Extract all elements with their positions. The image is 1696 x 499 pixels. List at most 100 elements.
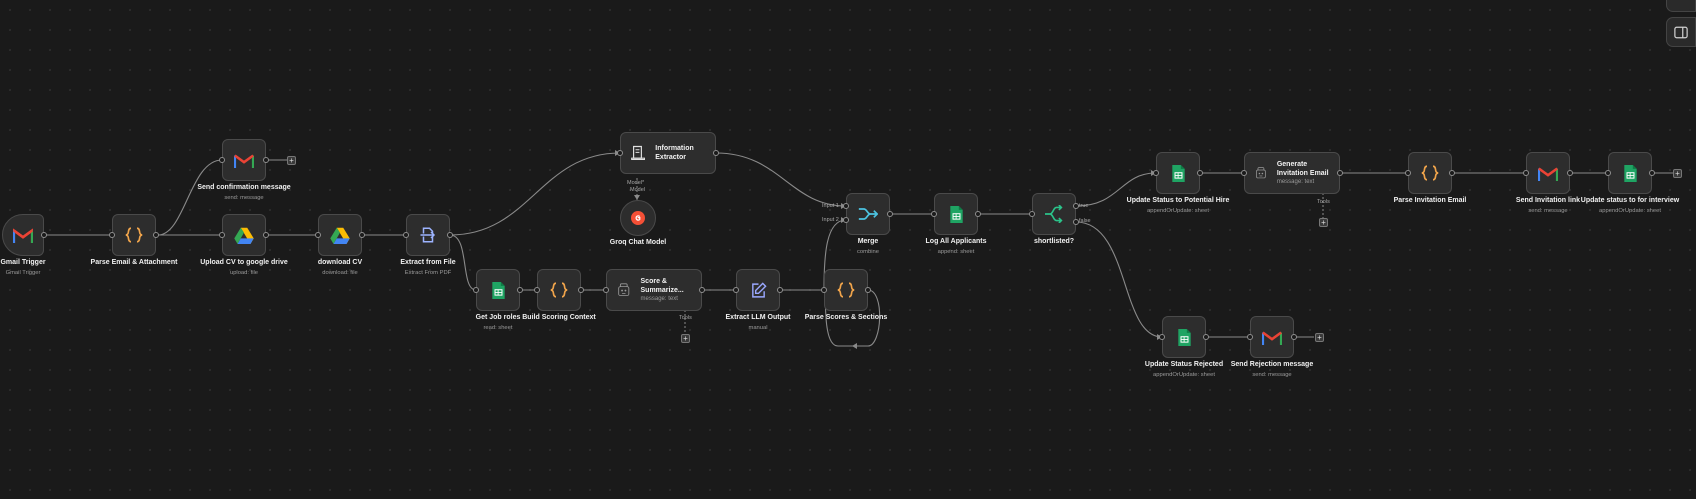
parse-invitation-email-label: Parse Invitation Email <box>1393 197 1467 204</box>
send-invitation-link-node[interactable] <box>1526 152 1570 194</box>
output-port[interactable] <box>865 287 871 293</box>
google-drive-icon <box>234 227 254 244</box>
input-port[interactable] <box>534 287 540 293</box>
log-all-applicants-node[interactable] <box>934 193 978 235</box>
parse-invitation-email-node[interactable] <box>1408 152 1452 194</box>
gmail-icon <box>13 227 33 243</box>
gmail-trigger-label: Gmail Trigger Gmail Trigger <box>0 259 46 276</box>
output-port[interactable] <box>1337 170 1343 176</box>
output-port[interactable] <box>699 287 705 293</box>
output-port[interactable] <box>1567 170 1573 176</box>
gmail-trigger-node[interactable] <box>2 214 44 256</box>
parse-email-node[interactable] <box>112 214 156 256</box>
output-port[interactable] <box>41 232 47 238</box>
output-port[interactable] <box>263 157 269 163</box>
add-node-button[interactable]: + <box>1673 169 1682 178</box>
send-rejection-message-node[interactable] <box>1250 316 1294 358</box>
input-1-port-label: Input 1 <box>822 203 839 209</box>
extract-from-file-node[interactable] <box>406 214 450 256</box>
output-port[interactable] <box>359 232 365 238</box>
add-tool-button[interactable]: + <box>1319 218 1328 227</box>
output-port[interactable] <box>447 232 453 238</box>
input-port[interactable] <box>931 211 937 217</box>
document-icon <box>631 145 646 161</box>
input-port[interactable] <box>821 287 827 293</box>
groq-chat-model-node[interactable] <box>620 200 656 236</box>
send-confirmation-label: Send confirmation message send: message <box>197 184 291 201</box>
input-port[interactable] <box>1241 170 1247 176</box>
shortlisted-if-node[interactable] <box>1032 193 1076 235</box>
upload-cv-node[interactable] <box>222 214 266 256</box>
output-port[interactable] <box>578 287 584 293</box>
code-braces-icon <box>125 227 143 243</box>
update-interview-node[interactable] <box>1608 152 1652 194</box>
parse-email-label: Parse Email & Attachment <box>90 259 178 266</box>
output-port[interactable] <box>713 150 719 156</box>
output-port[interactable] <box>1449 170 1455 176</box>
score-summarize-label: Score & Summarize... message: text <box>640 277 684 302</box>
add-tool-button[interactable]: + <box>681 334 690 343</box>
input-2-port[interactable] <box>843 217 849 223</box>
output-port[interactable] <box>1291 334 1297 340</box>
edge-extract-info <box>449 152 621 236</box>
panel-toggle-button[interactable] <box>1666 17 1696 47</box>
add-node-button[interactable]: + <box>1315 333 1324 342</box>
input-port[interactable] <box>1405 170 1411 176</box>
input-port[interactable] <box>473 287 479 293</box>
google-sheets-icon <box>1623 164 1637 182</box>
information-extractor-node[interactable]: Information Extractor <box>620 132 716 174</box>
output-port[interactable] <box>887 211 893 217</box>
false-branch-label: false <box>1079 218 1091 224</box>
input-port[interactable] <box>1153 170 1159 176</box>
input-port[interactable] <box>403 232 409 238</box>
input-port[interactable] <box>733 287 739 293</box>
send-confirmation-node[interactable] <box>222 139 266 181</box>
output-port[interactable] <box>777 287 783 293</box>
input-port[interactable] <box>617 150 623 156</box>
input-port[interactable] <box>1523 170 1529 176</box>
input-port[interactable] <box>109 232 115 238</box>
edit-pen-icon <box>751 281 767 298</box>
get-job-roles-node[interactable] <box>476 269 520 311</box>
output-port[interactable] <box>153 232 159 238</box>
output-port[interactable] <box>975 211 981 217</box>
model-port-label-2: Model <box>630 187 645 193</box>
output-port[interactable] <box>263 232 269 238</box>
generate-invitation-email-node[interactable]: Generate Invitation Email message: text <box>1244 152 1340 194</box>
input-port[interactable] <box>219 232 225 238</box>
input-port[interactable] <box>1605 170 1611 176</box>
output-port[interactable] <box>1203 334 1209 340</box>
groq-icon <box>631 211 645 225</box>
merge-node[interactable] <box>846 193 890 235</box>
input-port[interactable] <box>1029 211 1035 217</box>
generate-invitation-email-label: Generate Invitation Email message: text <box>1276 160 1329 185</box>
output-port[interactable] <box>517 287 523 293</box>
groq-chat-model-label: Groq Chat Model <box>609 239 667 246</box>
build-scoring-context-label: Build Scoring Context <box>522 314 596 321</box>
input-1-port[interactable] <box>843 203 849 209</box>
tools-port-label: Tools <box>679 315 692 321</box>
update-potential-hire-node[interactable] <box>1156 152 1200 194</box>
google-sheets-icon <box>949 205 963 223</box>
input-port[interactable] <box>603 287 609 293</box>
code-braces-icon <box>1421 165 1439 181</box>
input-port[interactable] <box>1247 334 1253 340</box>
add-node-button[interactable]: + <box>287 156 296 165</box>
true-branch-label: true <box>1079 203 1089 209</box>
input-port[interactable] <box>219 157 225 163</box>
download-cv-node[interactable] <box>318 214 362 256</box>
input-port[interactable] <box>1159 334 1165 340</box>
top-side-button[interactable] <box>1666 0 1696 12</box>
build-scoring-context-node[interactable] <box>537 269 581 311</box>
model-port-label: Model* <box>627 180 645 186</box>
output-port[interactable] <box>1197 170 1203 176</box>
input-port[interactable] <box>315 232 321 238</box>
openai-icon <box>618 283 630 297</box>
update-status-rejected-node[interactable] <box>1162 316 1206 358</box>
tools-port-label: Tools <box>1317 199 1330 205</box>
score-summarize-node[interactable]: Score & Summarize... message: text <box>606 269 702 311</box>
extract-llm-output-node[interactable] <box>736 269 780 311</box>
extract-from-file-label: Extract from File Extract From PDF <box>400 259 456 276</box>
parse-scores-node[interactable] <box>824 269 868 311</box>
output-port[interactable] <box>1649 170 1655 176</box>
